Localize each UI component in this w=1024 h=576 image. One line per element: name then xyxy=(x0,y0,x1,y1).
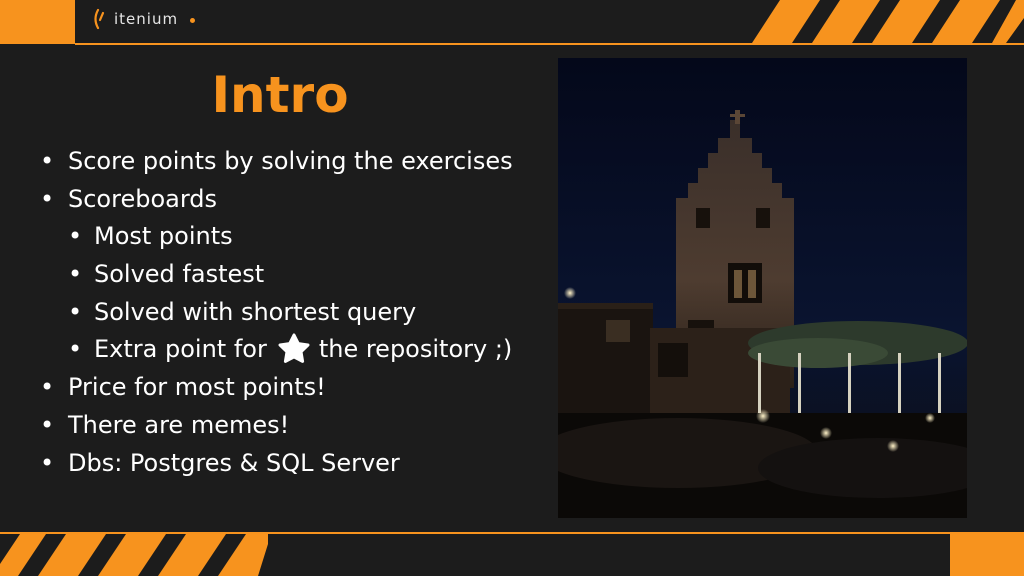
bullet-text-before: Extra point for xyxy=(94,335,267,364)
bullet-item: • Price for most points! xyxy=(40,369,560,407)
bullet-dot: • xyxy=(40,184,55,213)
sub-bullet-item: • Solved fastest xyxy=(40,256,560,294)
bullet-dot: • xyxy=(40,448,55,477)
bullet-list: • Score points by solving the exercises … xyxy=(40,143,560,482)
bullet-item: • Dbs: Postgres & SQL Server xyxy=(40,445,560,483)
bullet-item: • Scoreboards xyxy=(40,181,560,219)
bullet-text: Extra point for the repository ;) xyxy=(94,331,512,369)
logo-text: itenium xyxy=(114,10,179,28)
bullet-item: • Score points by solving the exercises xyxy=(40,143,560,181)
slide-title: Intro xyxy=(211,66,349,124)
night-house-photo xyxy=(558,58,967,518)
bullet-dot: • xyxy=(40,147,55,175)
sub-bullet-item: • Most points xyxy=(40,218,560,256)
bullet-item: • There are memes! xyxy=(40,407,560,445)
header-stripes xyxy=(752,0,1024,43)
footer-accent-block xyxy=(950,532,1024,576)
bullet-text: Solved with shortest query xyxy=(94,297,417,326)
bullet-text: Solved fastest xyxy=(94,260,265,289)
bullet-dot: • xyxy=(40,410,55,439)
bullet-dot: • xyxy=(68,335,83,364)
star-icon xyxy=(278,333,310,364)
bullet-dot: • xyxy=(40,373,55,402)
sub-bullet-item: • Solved with shortest query xyxy=(40,294,560,332)
bullet-dot: • xyxy=(68,222,83,251)
bullet-text-after: the repository ;) xyxy=(318,335,513,364)
header-bar: itenium xyxy=(0,0,1024,45)
bullet-text: Scoreboards xyxy=(68,184,218,213)
header-rule xyxy=(75,43,1024,45)
bullet-dot: • xyxy=(68,260,83,289)
bullet-text: Price for most points! xyxy=(68,373,326,402)
night-house-illustration xyxy=(558,58,967,518)
logo-mark-icon xyxy=(94,8,105,30)
itenium-logo: itenium xyxy=(92,8,196,30)
slide: itenium Intro • Score points by solving … xyxy=(0,0,1024,576)
sub-bullet-item: • Extra point for the repository ;) xyxy=(40,331,560,369)
logo-dot xyxy=(190,18,196,23)
bullet-text: Most points xyxy=(94,222,233,251)
header-accent-block xyxy=(0,0,75,44)
bullet-dot: • xyxy=(68,297,83,326)
bullet-text: There are memes! xyxy=(68,410,290,439)
footer-stripes xyxy=(0,534,268,576)
bullet-text: Dbs: Postgres & SQL Server xyxy=(68,448,400,477)
bullet-text: Score points by solving the exercises xyxy=(68,147,513,175)
